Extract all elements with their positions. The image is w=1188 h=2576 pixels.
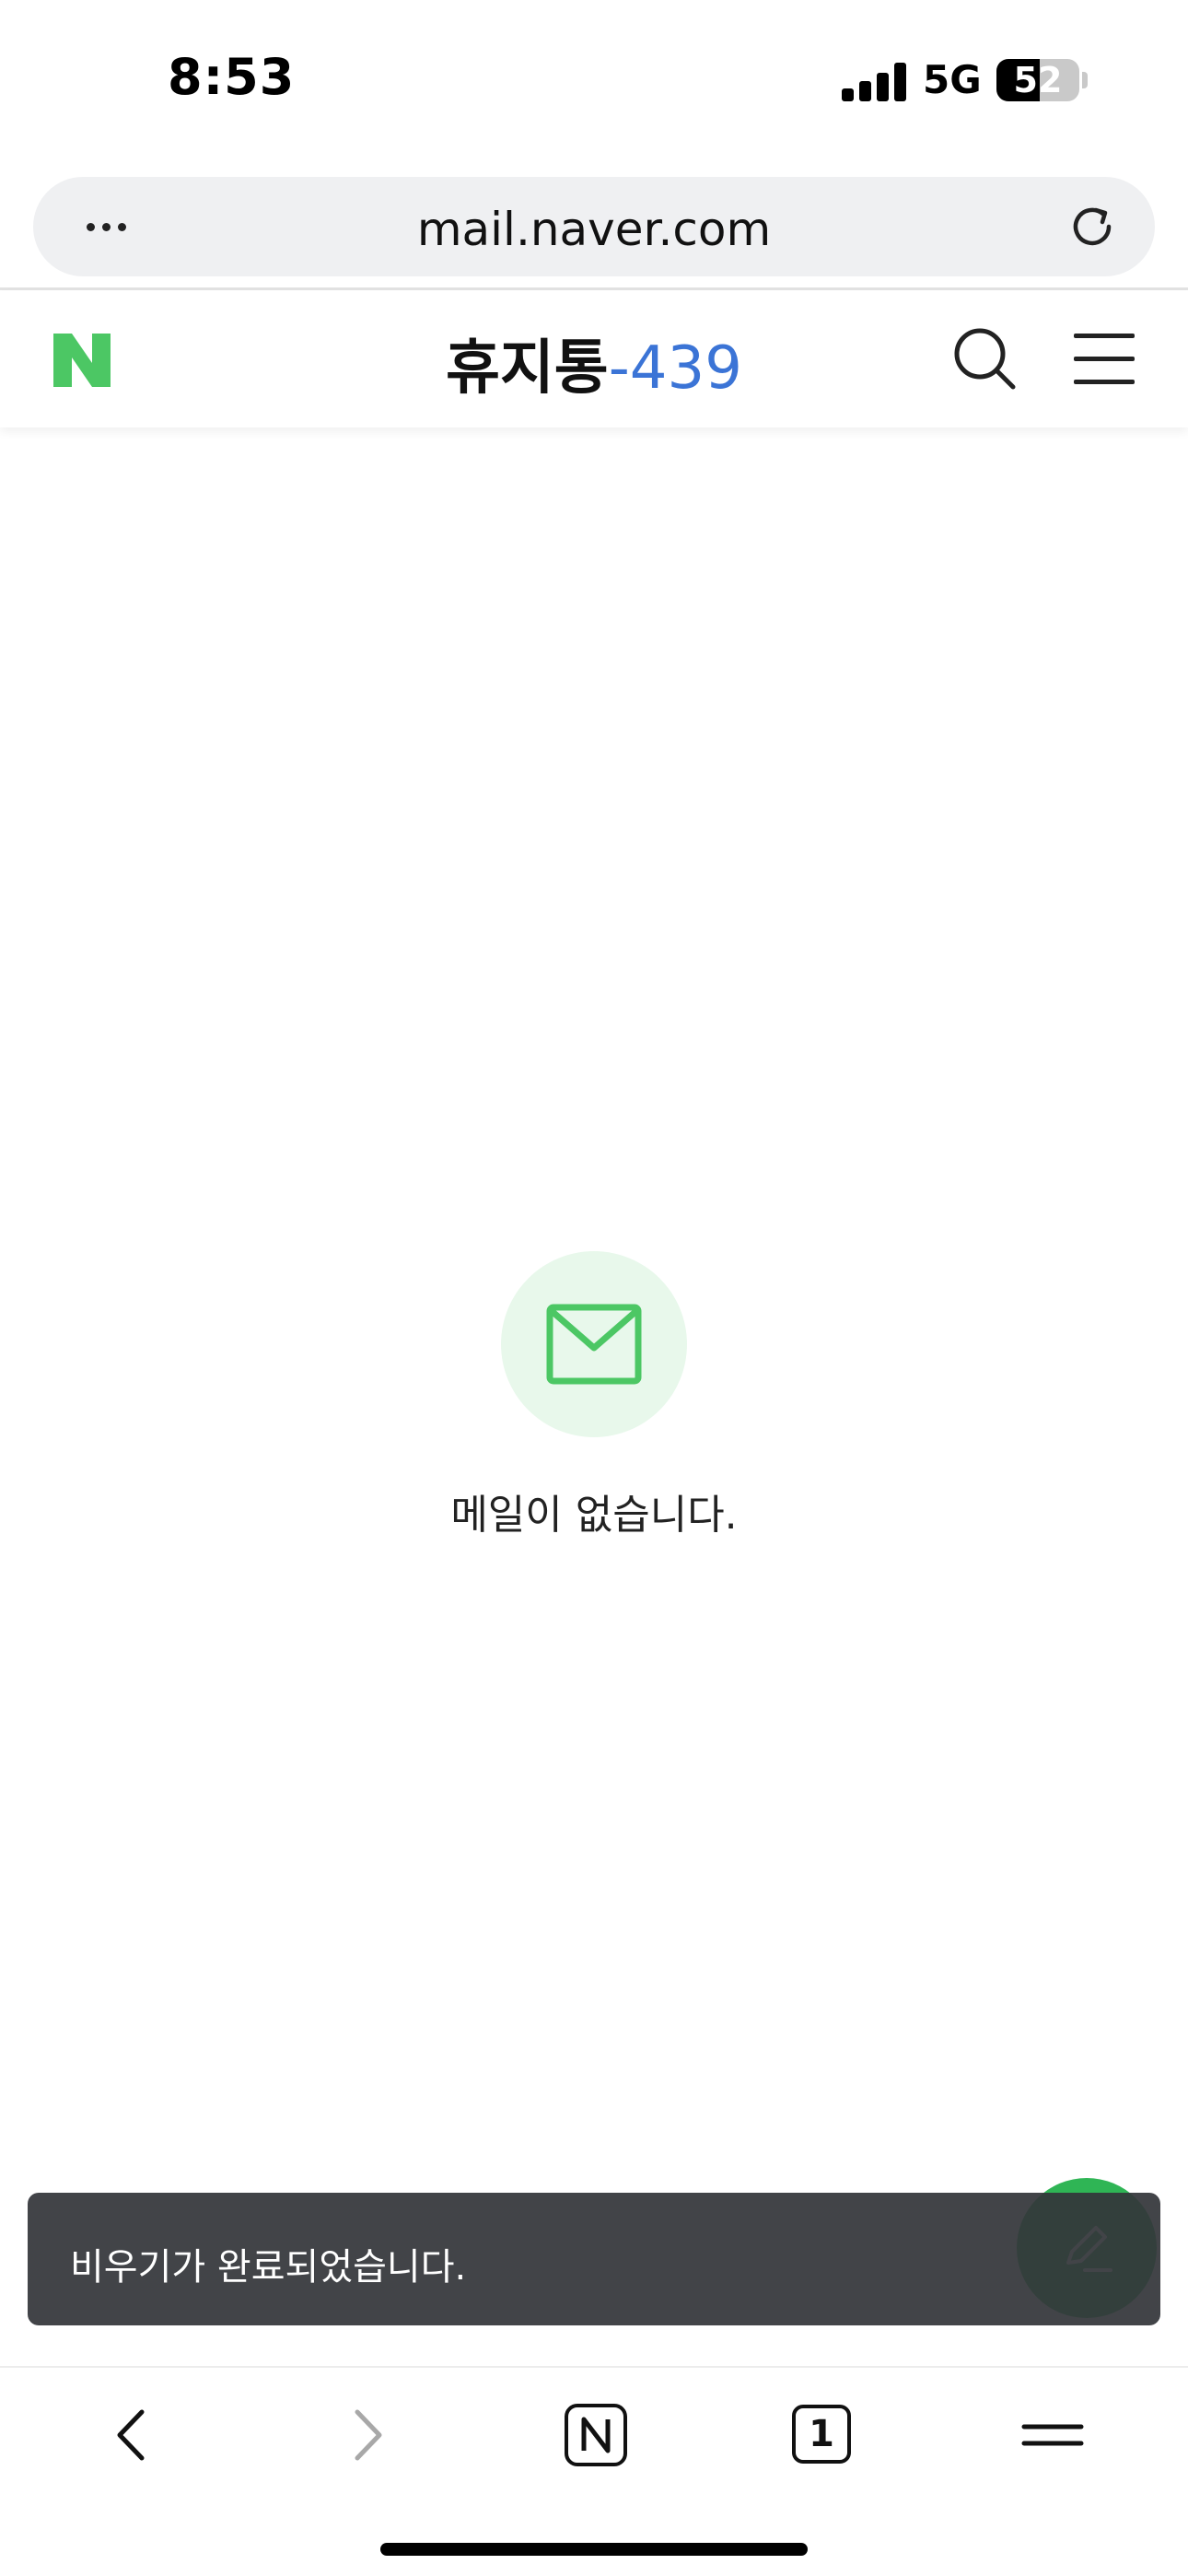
toolbar-divider bbox=[0, 287, 1188, 290]
network-type: 5G bbox=[923, 57, 982, 102]
home-indicator bbox=[380, 2543, 808, 2556]
ellipsis-icon[interactable] bbox=[74, 197, 138, 256]
folder-name: 휴지통 bbox=[446, 334, 609, 403]
mail-header: 휴지통-439 bbox=[0, 291, 1188, 427]
tab-count: 1 bbox=[792, 2405, 851, 2464]
empty-state-badge bbox=[501, 1251, 687, 1437]
naver-home-icon[interactable] bbox=[554, 2394, 637, 2476]
battery-tip bbox=[1082, 72, 1088, 88]
tabs-icon[interactable]: 1 bbox=[781, 2394, 864, 2476]
back-icon[interactable] bbox=[92, 2394, 175, 2476]
battery-icon: 52 bbox=[996, 59, 1079, 101]
menu-icon[interactable] bbox=[1011, 2394, 1094, 2476]
toast-message: 비우기가 완료되었습니다. bbox=[70, 2246, 467, 2289]
empty-state-message: 메일이 없습니다. bbox=[450, 1492, 738, 1539]
toast: 비우기가 완료되었습니다. bbox=[28, 2193, 1160, 2325]
reload-icon[interactable] bbox=[1063, 197, 1122, 256]
forward-icon[interactable] bbox=[324, 2394, 407, 2476]
search-icon[interactable] bbox=[950, 324, 1020, 394]
status-bar: 8:53 5G 52 bbox=[0, 0, 1188, 166]
envelope-icon bbox=[546, 1304, 642, 1385]
status-time: 8:53 bbox=[168, 48, 296, 106]
hamburger-icon[interactable] bbox=[1074, 332, 1135, 387]
url-text[interactable]: mail.naver.com bbox=[217, 203, 971, 256]
cellular-signal-icon bbox=[842, 63, 906, 101]
folder-count: -439 bbox=[608, 334, 742, 403]
url-bar[interactable]: mail.naver.com bbox=[33, 177, 1155, 276]
battery-level: 52 bbox=[1013, 60, 1063, 100]
